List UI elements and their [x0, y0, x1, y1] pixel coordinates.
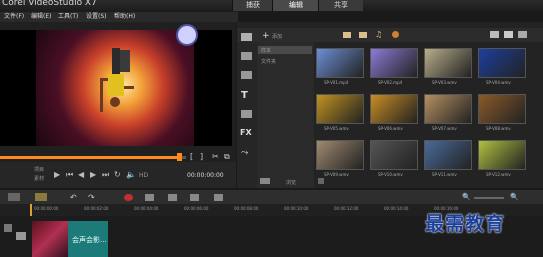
thumbnail-grid: SP-V01.mp4 SP-V02.mp4 SP-V03.wmv SP-V04.wmv… [316, 48, 542, 182]
add-folder-icon[interactable]: + [262, 31, 270, 41]
ruler-tick-4: 00:00:08:00 [234, 206, 259, 211]
project-mode-label[interactable]: 项目 [34, 166, 44, 173]
home-icon[interactable]: ⏮ [66, 170, 73, 180]
browse-icon[interactable] [260, 178, 270, 184]
thumbnail-label: SP-V03.wmv [432, 80, 457, 85]
thumbnail-label: SP-V04.wmv [486, 80, 511, 85]
next-frame-icon[interactable]: ▶ [90, 170, 96, 179]
thumbnail-label: SP-V09.wmv [324, 172, 349, 177]
play-icon[interactable]: ▶ [54, 170, 60, 179]
thumbnail-label: SP-V07.wmv [432, 126, 457, 131]
ruler-tick-5: 00:00:10:00 [284, 206, 309, 211]
media-nav-icon[interactable] [241, 33, 252, 41]
browse-label[interactable]: 浏览 [286, 179, 296, 186]
menu-settings[interactable]: 设置(S) [86, 12, 107, 22]
thumbnail-label: SP-V12.wmv [486, 172, 511, 177]
media-thumbnail[interactable] [370, 94, 418, 124]
media-thumbnail[interactable] [478, 94, 526, 124]
thumbnail-label: SP-V08.wmv [486, 126, 511, 131]
video-clip[interactable] [32, 221, 68, 257]
thumbnail-label: SP-V01.mp4 [324, 80, 349, 85]
audio-filter-icon[interactable]: ♫ [375, 30, 382, 39]
timeline-view-icon[interactable] [35, 193, 47, 201]
zoom-out-icon[interactable]: 🔍 [462, 193, 471, 201]
media-thumbnail[interactable] [316, 94, 364, 124]
folder-folder[interactable]: 文件夹 [261, 58, 276, 65]
scrub-bar-fill [0, 156, 179, 159]
media-thumbnail[interactable] [370, 48, 418, 78]
path-nav-icon[interactable]: ⤳ [241, 148, 248, 158]
split-clip-icon[interactable]: ✂ [212, 152, 219, 161]
thumbnail-view-icon[interactable] [504, 31, 513, 38]
folder-sample[interactable]: 样本 [261, 47, 271, 54]
title-nav-icon[interactable]: T [241, 90, 248, 101]
app-title: Corel VideoStudio X7 [2, 0, 97, 8]
media-thumbnail[interactable] [424, 48, 472, 78]
ruler-tick-0: 00:00:00:00 [34, 206, 59, 211]
instant-project-icon[interactable] [241, 52, 252, 60]
thumbnail-label: SP-V11.wmv [432, 172, 457, 177]
hd-toggle[interactable]: HD [139, 172, 148, 179]
tab-edit[interactable]: 编辑 [272, 0, 319, 11]
ruler-tick-2: 00:00:04:00 [134, 206, 159, 211]
watermark: 最需教育 [425, 213, 506, 235]
media-thumbnail[interactable] [478, 140, 526, 170]
fx-nav-icon[interactable]: FX [240, 128, 252, 137]
record-icon[interactable] [124, 194, 133, 201]
thumbnail-label: SP-V10.wmv [378, 172, 403, 177]
list-view-icon[interactable] [490, 31, 499, 38]
ruler-tick-6: 00:00:12:00 [334, 206, 359, 211]
storyboard-view-icon[interactable] [8, 193, 20, 201]
menu-tools[interactable]: 工具(T) [58, 12, 78, 22]
dancer-figure [100, 48, 134, 112]
ruler-tick-7: 00:00:14:00 [384, 206, 409, 211]
media-thumbnail[interactable] [424, 94, 472, 124]
thumbnail-label: SP-V02.mp4 [378, 80, 403, 85]
transition-icon[interactable] [241, 71, 252, 79]
media-thumbnail[interactable] [424, 140, 472, 170]
mixer-icon[interactable] [145, 194, 154, 201]
zoom-in-icon[interactable]: 🔍 [510, 193, 519, 201]
repeat-icon[interactable]: ↻ [114, 170, 121, 179]
video-filter-icon[interactable] [343, 32, 351, 38]
sort-icon[interactable] [518, 31, 527, 38]
zoom-slider[interactable] [474, 197, 504, 199]
mark-out-icon[interactable]: ] [200, 152, 203, 161]
thumbnail-label: SP-V06.wmv [378, 126, 403, 131]
preview-image [36, 30, 194, 146]
disc-decoration [176, 24, 198, 46]
menu-file[interactable]: 文件(F) [4, 12, 24, 22]
scrub-handle[interactable] [176, 153, 182, 161]
motion-tracking-icon[interactable] [190, 194, 199, 201]
video-track-icon [16, 232, 26, 240]
redo-icon[interactable]: ↷ [88, 193, 95, 202]
ruler-tick-3: 00:00:06:00 [184, 206, 209, 211]
tab-capture[interactable]: 捕获 [232, 0, 273, 11]
media-thumbnail[interactable] [316, 48, 364, 78]
photo-filter-icon[interactable] [359, 32, 367, 38]
ruler-tick-1: 00:00:02:00 [84, 206, 109, 211]
graphic-nav-icon[interactable] [241, 110, 252, 118]
media-filter-icon[interactable] [392, 31, 399, 38]
track-toggle-icon[interactable] [4, 224, 12, 232]
tab-share[interactable]: 共享 [318, 0, 363, 11]
subtitle-editor-icon[interactable] [214, 194, 223, 201]
timecode-display[interactable]: 00:00:00:00 [187, 172, 224, 179]
mark-in-icon[interactable]: [ [190, 152, 193, 161]
menu-help[interactable]: 帮助(H) [114, 12, 135, 22]
auto-music-icon[interactable] [168, 194, 177, 201]
menu-edit[interactable]: 编辑(E) [31, 12, 51, 22]
enlarge-icon[interactable]: ⧉ [224, 152, 230, 162]
thumbnail-label: SP-V05.wmv [324, 126, 349, 131]
media-thumbnail[interactable] [370, 140, 418, 170]
prev-frame-icon[interactable]: ◀ [78, 170, 84, 179]
add-folder-label[interactable]: 添加 [272, 33, 282, 40]
media-thumbnail[interactable] [316, 140, 364, 170]
volume-icon[interactable]: 🔈 [126, 170, 136, 179]
clip-mode-label[interactable]: 素材 [34, 175, 44, 182]
end-icon[interactable]: ⏭ [102, 170, 109, 180]
undo-icon[interactable]: ↶ [70, 193, 77, 202]
clip-label: 会声会影... [72, 236, 107, 244]
media-thumbnail[interactable] [478, 48, 526, 78]
